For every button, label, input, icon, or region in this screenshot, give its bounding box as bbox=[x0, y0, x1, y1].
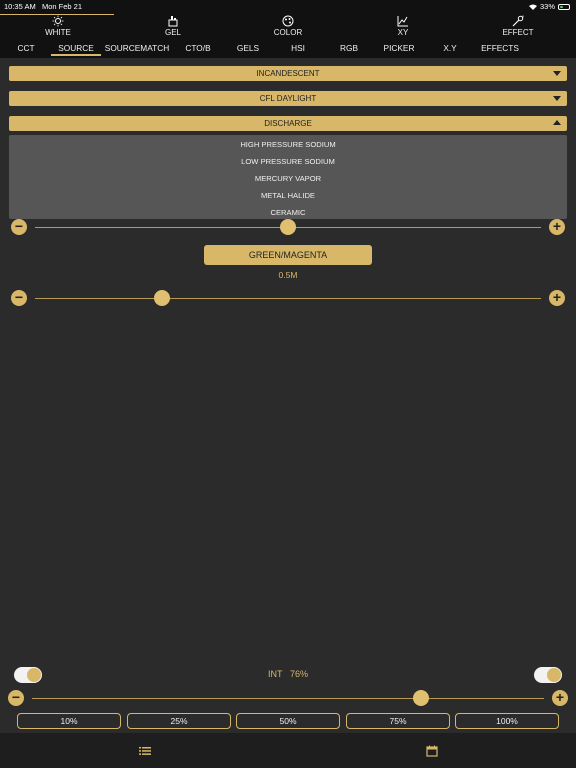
tab-hsi[interactable]: HSI bbox=[291, 43, 305, 53]
preset-10-button[interactable]: 10% bbox=[17, 713, 121, 729]
category-effect[interactable]: EFFECT bbox=[488, 14, 548, 37]
menu-item-mercury-vapor[interactable]: MERCURY VAPOR bbox=[9, 174, 567, 183]
dropdown-discharge-label: DISCHARGE bbox=[264, 119, 312, 128]
tab-gels[interactable]: GELS bbox=[237, 43, 259, 53]
category-gel[interactable]: GEL bbox=[143, 14, 203, 37]
tab-cct[interactable]: CCT bbox=[17, 43, 34, 53]
category-color[interactable]: COLOR bbox=[258, 14, 318, 37]
status-right: 33% bbox=[528, 2, 570, 11]
category-effect-label: EFFECT bbox=[502, 28, 534, 37]
status-bar: 10:35 AM Mon Feb 21 33% bbox=[0, 0, 576, 14]
magic-wand-icon bbox=[512, 15, 524, 27]
list-icon[interactable] bbox=[139, 745, 151, 757]
intensity-label: INT bbox=[267, 669, 283, 679]
active-tab-underline bbox=[51, 54, 101, 56]
preset-25-button[interactable]: 25% bbox=[127, 713, 231, 729]
calendar-icon[interactable] bbox=[426, 745, 438, 757]
color-wheel-icon bbox=[282, 15, 294, 27]
dropdown-cfl-label: CFL DAYLIGHT bbox=[259, 94, 317, 103]
tab-sourcematch[interactable]: SOURCEMATCH bbox=[105, 43, 169, 53]
battery-icon bbox=[558, 3, 570, 10]
intensity-minus-button[interactable]: − bbox=[8, 690, 24, 706]
dropdown-incandescent-label: INCANDESCENT bbox=[256, 69, 320, 78]
status-clock: 10:35 AM bbox=[4, 2, 36, 11]
tab-source[interactable]: SOURCE bbox=[58, 43, 94, 53]
status-date: Mon Feb 21 bbox=[41, 2, 82, 11]
category-gel-label: GEL bbox=[164, 28, 181, 37]
gm-slider-track[interactable] bbox=[35, 298, 541, 299]
source-plus-button[interactable]: + bbox=[549, 219, 565, 235]
wifi-icon bbox=[528, 4, 537, 10]
gm-plus-button[interactable]: + bbox=[549, 290, 565, 306]
category-xy-label: XY bbox=[397, 28, 409, 37]
preset-50-button[interactable]: 50% bbox=[236, 713, 340, 729]
mode-header: WHITE GEL COLOR XY EFFECT CCT SOURCE SOU… bbox=[0, 14, 576, 58]
menu-item-metal-halide[interactable]: METAL HALIDE bbox=[9, 191, 567, 200]
dropdown-cfl-daylight[interactable]: CFL DAYLIGHT bbox=[9, 91, 567, 106]
source-minus-button[interactable]: − bbox=[11, 219, 27, 235]
category-white[interactable]: WHITE bbox=[28, 14, 88, 37]
menu-item-low-pressure-sodium[interactable]: LOW PRESSURE SODIUM bbox=[9, 157, 567, 166]
discharge-menu: HIGH PRESSURE SODIUM LOW PRESSURE SODIUM… bbox=[9, 135, 567, 219]
caret-up-icon bbox=[553, 120, 561, 125]
intensity-value: 76% bbox=[290, 669, 309, 679]
tab-rgb[interactable]: RGB bbox=[340, 43, 358, 53]
category-color-label: COLOR bbox=[273, 28, 303, 37]
menu-item-high-pressure-sodium[interactable]: HIGH PRESSURE SODIUM bbox=[9, 140, 567, 149]
gel-icon bbox=[168, 16, 178, 27]
menu-item-ceramic[interactable]: CERAMIC bbox=[9, 208, 567, 217]
tab-xy[interactable]: X.Y bbox=[443, 43, 456, 53]
right-toggle[interactable] bbox=[534, 667, 562, 683]
gm-minus-button[interactable]: − bbox=[11, 290, 27, 306]
sun-icon bbox=[52, 15, 64, 27]
green-magenta-value: 0.5M bbox=[278, 270, 298, 280]
tab-effects[interactable]: EFFECTS bbox=[481, 43, 519, 53]
intensity-readout: INT 76% bbox=[0, 669, 576, 679]
green-magenta-button[interactable]: GREEN/MAGENTA bbox=[204, 245, 372, 265]
status-time: 10:35 AM Mon Feb 21 bbox=[4, 2, 82, 11]
caret-down-icon bbox=[553, 96, 561, 101]
dropdown-discharge[interactable]: DISCHARGE bbox=[9, 116, 567, 131]
category-xy[interactable]: XY bbox=[373, 14, 433, 37]
xy-chart-icon bbox=[397, 16, 408, 27]
intensity-slider-thumb[interactable] bbox=[413, 690, 430, 706]
intensity-slider-track[interactable] bbox=[32, 698, 544, 699]
tab-picker[interactable]: PICKER bbox=[384, 43, 415, 53]
intensity-plus-button[interactable]: + bbox=[552, 690, 568, 706]
preset-75-button[interactable]: 75% bbox=[346, 713, 450, 729]
category-white-label: WHITE bbox=[45, 28, 71, 37]
source-slider-thumb[interactable] bbox=[280, 219, 296, 235]
caret-down-icon bbox=[553, 71, 561, 76]
tab-cto-b[interactable]: CTO/B bbox=[185, 43, 210, 53]
dropdown-incandescent[interactable]: INCANDESCENT bbox=[9, 66, 567, 81]
gm-slider-thumb[interactable] bbox=[153, 290, 170, 306]
preset-100-button[interactable]: 100% bbox=[455, 713, 559, 729]
bottom-toolbar bbox=[0, 733, 576, 768]
battery-percent: 33% bbox=[539, 2, 555, 11]
